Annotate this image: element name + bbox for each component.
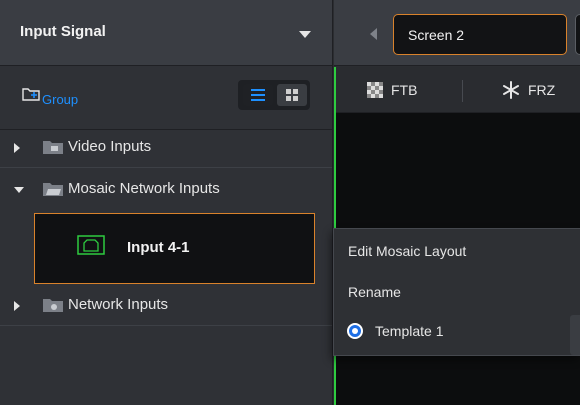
ftb-label: FTB <box>391 82 418 98</box>
input-signal-panel: Input Signal Group Video Inputs Mosaic N… <box>0 0 333 405</box>
expand-arrow-icon[interactable] <box>14 301 20 311</box>
grid-view-button[interactable] <box>277 84 307 106</box>
input-source-icon <box>77 235 105 255</box>
ftb-button[interactable]: FTB <box>367 80 417 100</box>
frz-button[interactable]: FRZ <box>502 80 555 100</box>
collapse-arrow-icon[interactable] <box>14 187 24 193</box>
tree-item-label: Network Inputs <box>68 296 169 313</box>
input-source-item[interactable]: Input 4-1 <box>34 213 315 284</box>
network-folder-icon <box>43 299 63 312</box>
checker-icon <box>367 82 383 98</box>
tree-item-mosaic-network-inputs[interactable]: Mosaic Network Inputs <box>0 170 332 208</box>
prev-screen-arrow-icon[interactable] <box>370 28 377 40</box>
mosaic-folder-icon <box>43 183 63 196</box>
tree-divider <box>0 325 332 326</box>
list-view-icon <box>251 89 265 101</box>
snowflake-icon <box>503 81 519 99</box>
tree-item-video-inputs[interactable]: Video Inputs <box>0 128 332 166</box>
menu-item-edit-mosaic-layout[interactable]: Edit Mosaic Layout <box>348 243 466 259</box>
toolbar-divider <box>462 80 463 102</box>
video-folder-icon <box>43 141 63 154</box>
add-group-button[interactable]: Group <box>42 92 78 107</box>
menu-scrollbar[interactable] <box>570 315 580 355</box>
tree-item-label: Video Inputs <box>68 138 152 155</box>
template-label[interactable]: Template 1 <box>375 323 443 339</box>
tree-item-network-inputs[interactable]: Network Inputs <box>0 286 332 324</box>
input-signal-header[interactable]: Input Signal <box>0 0 332 66</box>
list-view-button[interactable] <box>243 84 273 106</box>
context-menu: Edit Mosaic Layout Rename <box>333 228 580 356</box>
menu-item-rename[interactable]: Rename <box>348 284 401 300</box>
frz-label: FRZ <box>528 82 556 98</box>
panel-title: Input Signal <box>20 23 106 40</box>
screen-tab-next[interactable] <box>575 14 580 55</box>
chevron-down-icon[interactable] <box>299 31 311 38</box>
grid-view-icon <box>286 89 298 101</box>
expand-arrow-icon[interactable] <box>14 143 20 153</box>
tree-divider <box>0 167 332 168</box>
screen-tab-label: Screen 2 <box>408 27 465 43</box>
add-group-icon[interactable] <box>22 87 40 101</box>
input-source-label: Input 4-1 <box>127 239 190 256</box>
template-radio[interactable] <box>347 323 363 339</box>
screen-tab-active[interactable]: Screen 2 <box>393 14 567 55</box>
tree-item-label: Mosaic Network Inputs <box>68 180 220 197</box>
